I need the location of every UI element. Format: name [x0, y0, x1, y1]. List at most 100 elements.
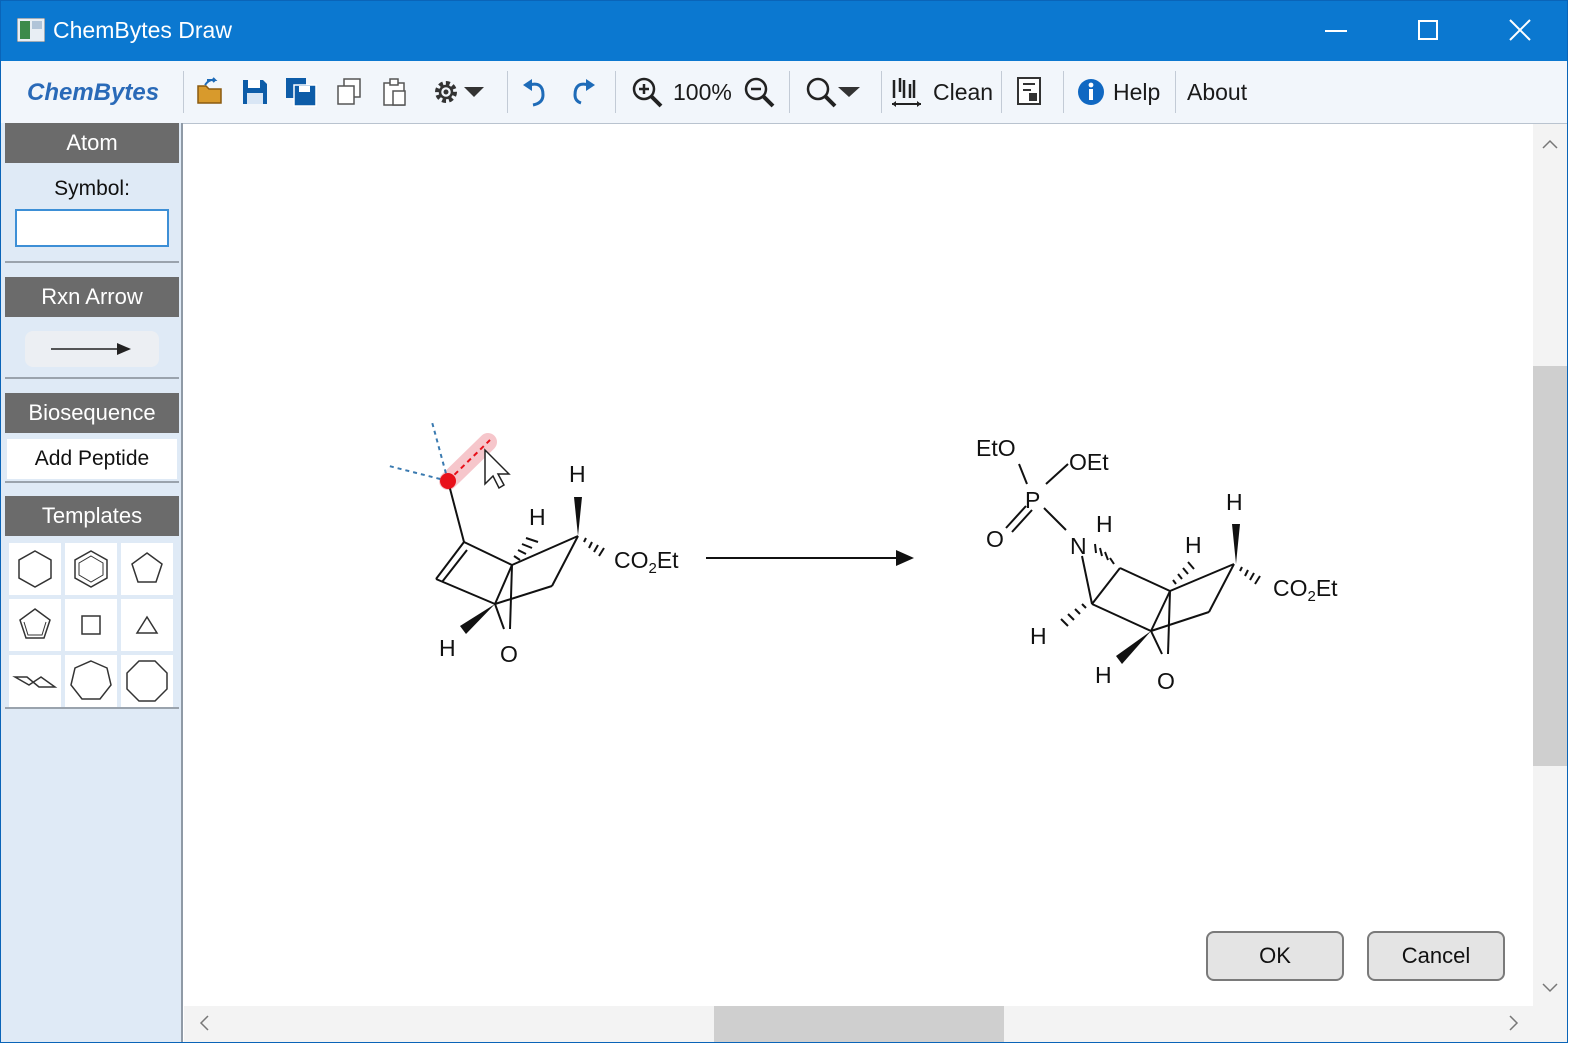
toolbar-separator: [183, 71, 184, 113]
save-button[interactable]: [241, 73, 269, 111]
paste-icon: [383, 78, 406, 106]
template-cyclobutane[interactable]: [65, 599, 117, 651]
toolbar-separator: [507, 71, 508, 113]
maximize-button[interactable]: [1383, 1, 1475, 61]
brand-logo: ChemBytes: [27, 79, 160, 106]
zoom-out-icon: [744, 77, 775, 108]
minimize-button[interactable]: [1291, 1, 1383, 61]
symbol-input[interactable]: [15, 209, 169, 247]
product-labels: EtO OEt P O N H H H CO2Et H H O: [976, 435, 1338, 694]
chevron-down-icon: [838, 87, 860, 97]
reactant-h-top: H: [569, 461, 586, 487]
horizontal-scroll-thumb[interactable]: [714, 1006, 1004, 1042]
reaction-drawing: H H CO2Et H O EtO OEt P O N H H H CO2Et …: [388, 421, 1338, 694]
chevron-down-icon: [464, 87, 484, 97]
reactant-molecule[interactable]: [388, 421, 579, 630]
vertical-scrollbar[interactable]: [1533, 124, 1567, 1006]
selected-atom-marker[interactable]: [440, 473, 456, 489]
left-panel: Atom Symbol: Rxn Arrow Biosequence Add P…: [1, 123, 183, 1042]
settings-dropdown[interactable]: [429, 73, 485, 111]
rxn-arrow-header: Rxn Arrow: [5, 277, 179, 317]
horizontal-scrollbar[interactable]: [184, 1006, 1533, 1042]
hash-bond: [513, 537, 605, 561]
hash-bond: [1060, 543, 1261, 627]
templates-grid: [9, 543, 175, 709]
templates-header: Templates: [5, 496, 179, 536]
copy-icon: [337, 78, 361, 105]
atom-header: Atom: [5, 123, 179, 163]
product-p: P: [1025, 487, 1040, 513]
zoom-level-value: 100%: [673, 78, 732, 105]
scrollbar-corner: [1533, 1006, 1567, 1042]
reactant-o-bridge: O: [500, 641, 518, 667]
close-icon: [1509, 19, 1531, 41]
report-button[interactable]: [1015, 73, 1045, 111]
reactant-co2et: CO2Et: [614, 547, 679, 577]
arrow-right-icon: [51, 343, 131, 355]
cyclopentane-icon: [131, 552, 163, 583]
add-peptide-button[interactable]: Add Peptide: [7, 439, 177, 479]
cyclobutane-icon: [81, 615, 101, 635]
window-title: ChemBytes Draw: [53, 17, 232, 43]
reaction-arrow-button[interactable]: [25, 331, 159, 367]
clean-icon: [892, 78, 921, 107]
toolbar-separator: [789, 71, 790, 113]
chair-cyclohexane-icon: [12, 676, 58, 688]
zoom-level: 100%: [673, 73, 732, 111]
template-cycloheptane[interactable]: [65, 655, 117, 707]
search-icon: [806, 77, 837, 108]
copy-button[interactable]: [335, 73, 363, 111]
open-button[interactable]: [195, 73, 225, 111]
redo-button[interactable]: [569, 73, 597, 111]
reactant-h-left: H: [439, 635, 456, 661]
template-chair-cyclohexane[interactable]: [9, 655, 61, 707]
vertical-scroll-thumb[interactable]: [1533, 366, 1567, 766]
product-h-mid: H: [1185, 532, 1202, 558]
paste-button[interactable]: [381, 73, 409, 111]
reaction-arrow[interactable]: [706, 550, 914, 566]
toolbar-separator: [1001, 71, 1002, 113]
report-icon: [1017, 77, 1041, 105]
product-h-left: H: [1030, 623, 1047, 649]
close-button[interactable]: [1475, 1, 1567, 61]
search-dropdown[interactable]: [805, 73, 861, 111]
cyclohexane-icon: [18, 550, 52, 588]
toolbar: ChemBytes 100% Clean Help About: [1, 61, 1567, 124]
drawing-canvas[interactable]: H H CO2Et H O EtO OEt P O N H H H CO2Et …: [184, 124, 1533, 1006]
help-button[interactable]: Help: [1077, 73, 1160, 111]
zoom-in-button[interactable]: [631, 73, 663, 111]
wedge-bond: [574, 497, 582, 536]
toolbar-separator: [615, 71, 616, 113]
template-benzene[interactable]: [65, 543, 117, 595]
wedge-bond: [460, 604, 495, 634]
clean-button[interactable]: Clean: [891, 73, 993, 111]
save-all-button[interactable]: [285, 73, 317, 111]
toolbar-separator: [1063, 71, 1064, 113]
title-bar[interactable]: ChemBytes Draw: [1, 1, 1567, 61]
info-icon: [1078, 79, 1104, 105]
section-divider: [5, 707, 179, 709]
reactant-h-mid: H: [529, 504, 546, 530]
template-cyclopentane[interactable]: [121, 543, 173, 595]
template-cyclopentadiene[interactable]: [9, 599, 61, 651]
about-button[interactable]: About: [1187, 73, 1247, 111]
template-cyclopropane[interactable]: [121, 599, 173, 651]
minimize-icon: [1325, 30, 1347, 32]
mouse-cursor-icon: [484, 448, 511, 490]
undo-button[interactable]: [521, 73, 549, 111]
cancel-button[interactable]: Cancel: [1367, 931, 1505, 981]
template-cyclohexane[interactable]: [9, 543, 61, 595]
app-icon: [17, 18, 45, 42]
symbol-label: Symbol:: [54, 177, 130, 200]
product-o: O: [986, 526, 1004, 552]
product-o-bridge: O: [1157, 668, 1175, 694]
undo-icon: [523, 79, 545, 107]
template-cyclooctane[interactable]: [121, 655, 173, 707]
product-h-bot: H: [1095, 662, 1112, 688]
benzene-icon: [74, 550, 108, 588]
zoom-out-button[interactable]: [743, 73, 775, 111]
cyclopentadiene-icon: [19, 608, 51, 639]
save-icon: [243, 80, 267, 104]
ok-button[interactable]: OK: [1206, 931, 1344, 981]
cyclooctane-icon: [126, 660, 168, 702]
